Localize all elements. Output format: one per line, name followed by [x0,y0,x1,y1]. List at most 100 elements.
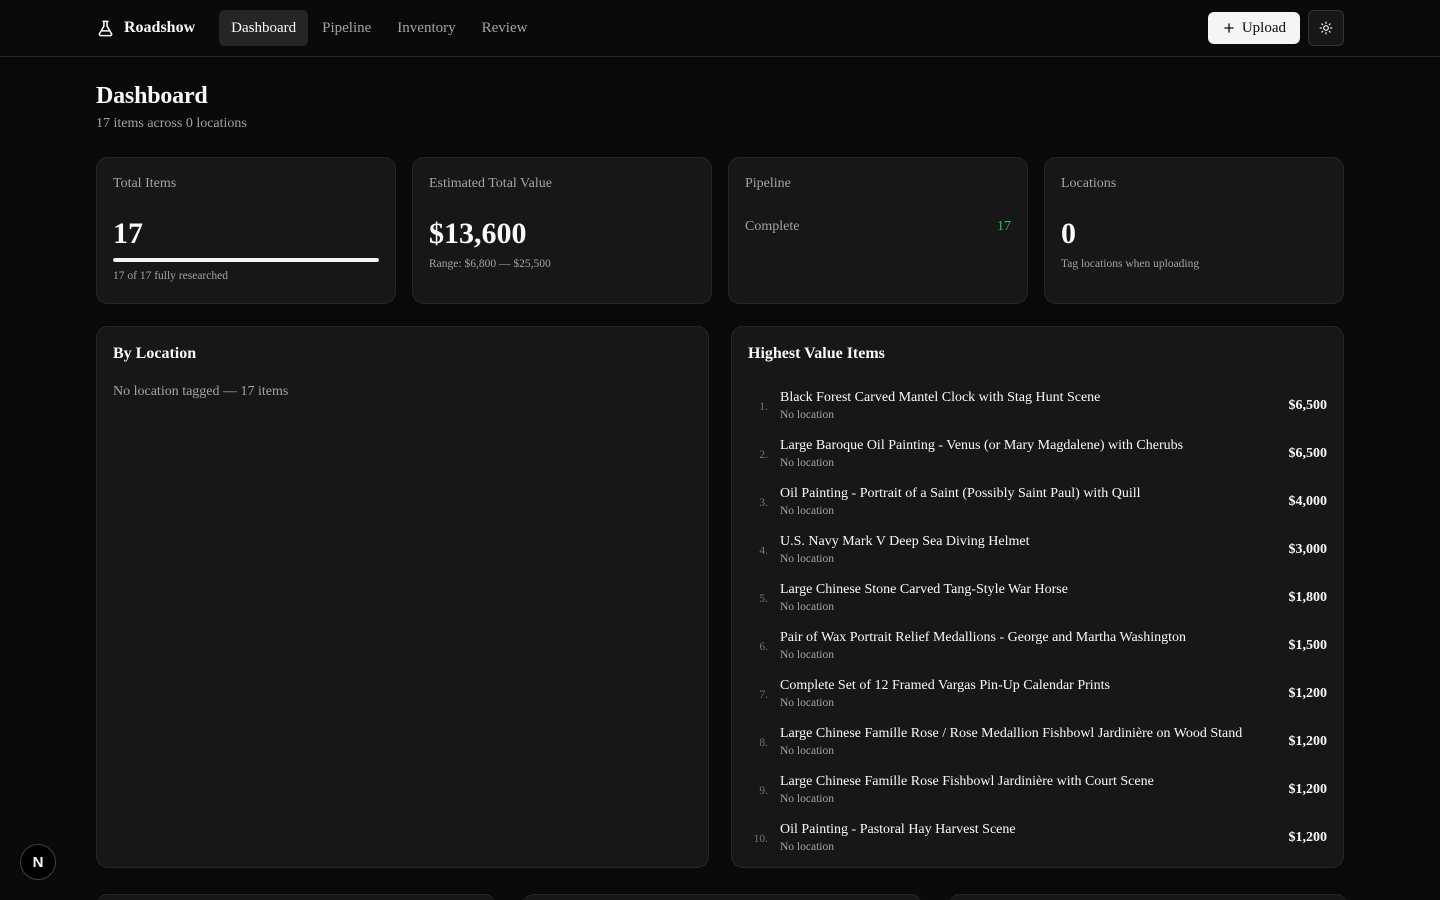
item-rank: 5. [759,593,768,605]
item-rank: 6. [759,641,768,653]
research-progress-fill [113,258,379,262]
item-body: Oil Painting - Portrait of a Saint (Poss… [780,485,1289,519]
nav-review[interactable]: Review [470,10,540,46]
item-price: $1,200 [1288,830,1328,845]
item-price: $6,500 [1288,446,1328,461]
list-item[interactable]: 7. Complete Set of 12 Framed Vargas Pin-U… [748,670,1327,718]
highest-value-title: Highest Value Items [748,345,885,362]
item-name: Oil Painting - Pastoral Hay Harvest Scen… [780,822,1016,837]
nav-pipeline[interactable]: Pipeline [310,10,383,46]
item-price: $6,500 [1288,398,1328,413]
item-rank: 4. [759,545,768,557]
item-rank: 1. [759,401,768,413]
item-name: Black Forest Carved Mantel Clock with St… [780,390,1101,405]
list-item[interactable]: 3. Oil Painting - Portrait of a Saint (Po… [748,478,1327,526]
total-items-card: Total Items 17 17 of 17 fully researched [96,157,396,304]
locations-note: Tag locations when uploading [1061,258,1200,270]
item-name: Large Chinese Stone Carved Tang-Style Wa… [780,582,1068,597]
by-location-card: By Location No location tagged — 17 item… [96,326,709,868]
bottom-card [948,894,1348,900]
list-item[interactable]: 1. Black Forest Carved Mantel Clock with … [748,382,1327,430]
item-body: Large Chinese Famille Rose / Rose Medall… [780,725,1289,759]
pipeline-row-label: Complete [745,219,800,234]
item-price: $3,000 [1288,542,1328,557]
estimated-value-label: Estimated Total Value [429,176,552,191]
item-location: No location [780,697,834,709]
item-price: $1,200 [1288,686,1328,701]
list-item[interactable]: 5. Large Chinese Stone Carved Tang-Style … [748,574,1327,622]
upload-label: Upload [1241,19,1286,36]
plus-icon [1224,23,1234,33]
list-item[interactable]: 9. Large Chinese Famille Rose Fishbowl Ja… [748,766,1327,814]
item-rank: 9. [759,785,768,797]
pipeline-card: Pipeline Complete 17 [728,157,1028,304]
item-body: Black Forest Carved Mantel Clock with St… [780,389,1289,423]
list-item[interactable]: 4. U.S. Navy Mark V Deep Sea Diving Helme… [748,526,1327,574]
estimated-value-value: $13,600 [429,217,527,250]
item-body: Large Baroque Oil Painting - Venus (or M… [780,437,1289,471]
bottom-card [522,894,922,900]
item-location: No location [780,601,834,613]
item-name: Large Chinese Famille Rose / Rose Medall… [780,726,1243,741]
item-name: U.S. Navy Mark V Deep Sea Diving Helmet [780,534,1030,549]
item-body: Large Chinese Famille Rose Fishbowl Jard… [780,773,1289,807]
item-location: No location [780,793,834,805]
item-price: $1,800 [1288,590,1328,605]
pipeline-row-complete[interactable]: Complete 17 [745,219,1011,235]
bottom-cards-row [96,894,1348,900]
theme-toggle-button[interactable] [1308,10,1344,46]
item-body: Pair of Wax Portrait Relief Medallions -… [780,629,1289,663]
main-content: Dashboard 17 items across 0 locations To… [0,57,1440,868]
highest-value-card: Highest Value Items 1. Black Forest Carve… [731,326,1344,868]
dev-tools-badge[interactable]: N [20,844,56,880]
item-body: Complete Set of 12 Framed Vargas Pin-Up … [780,677,1289,711]
item-price: $1,200 [1288,734,1328,749]
total-items-value: 17 [113,217,143,250]
list-item[interactable]: 8. Large Chinese Famille Rose / Rose Meda… [748,718,1327,766]
locations-card: Locations 0 Tag locations when uploading [1044,157,1344,304]
item-location: No location [780,457,834,469]
top-navbar: Roadshow Dashboard Pipeline Inventory Re… [0,0,1440,57]
flask-icon [98,20,113,36]
item-price: $1,500 [1288,638,1328,653]
list-item[interactable]: 2. Large Baroque Oil Painting - Venus (or… [748,430,1327,478]
page-title: Dashboard [96,83,208,109]
item-price: $1,200 [1288,782,1328,797]
item-name: Pair of Wax Portrait Relief Medallions -… [780,630,1186,645]
locations-value: 0 [1061,217,1076,250]
topbar-actions: Upload [1207,10,1344,46]
page-subtitle: 17 items across 0 locations [96,116,247,131]
item-location: No location [780,409,834,421]
item-location: No location [780,553,834,565]
item-rank: 8. [759,737,768,749]
pipeline-label: Pipeline [745,176,791,191]
item-body: Large Chinese Stone Carved Tang-Style Wa… [780,581,1289,615]
highest-value-list: 1. Black Forest Carved Mantel Clock with … [748,382,1327,862]
nav-dashboard[interactable]: Dashboard [219,10,309,46]
item-location: No location [780,505,834,517]
item-location: No location [780,649,834,661]
nav-inventory[interactable]: Inventory [385,10,467,46]
brand[interactable]: Roadshow [96,19,195,38]
item-location: No location [780,841,834,853]
item-name: Large Chinese Famille Rose Fishbowl Jard… [780,774,1154,789]
by-location-title: By Location [113,345,197,362]
upload-button[interactable]: Upload [1207,12,1300,44]
item-name: Large Baroque Oil Painting - Venus (or M… [780,438,1184,453]
estimated-value-range: Range: $6,800 — $25,500 [429,258,551,270]
item-rank: 10. [753,833,768,845]
estimated-value-card: Estimated Total Value $13,600 Range: $6,… [412,157,712,304]
total-items-note: 17 of 17 fully researched [113,270,228,282]
item-price: $4,000 [1288,494,1328,509]
list-item[interactable]: 6. Pair of Wax Portrait Relief Medallions… [748,622,1327,670]
research-progress-bar [113,258,379,262]
item-name: Complete Set of 12 Framed Vargas Pin-Up … [780,678,1110,693]
list-item[interactable]: 10. Oil Painting - Pastoral Hay Harvest S… [748,814,1327,862]
main-nav: Dashboard Pipeline Inventory Review [219,10,539,46]
total-items-label: Total Items [113,176,177,191]
by-location-line: No location tagged — 17 items [113,384,289,399]
item-body: Oil Painting - Pastoral Hay Harvest Scen… [780,821,1289,855]
stats-row: Total Items 17 17 of 17 fully researched… [96,157,1344,304]
item-rank: 7. [759,689,768,701]
item-rank: 3. [759,497,768,509]
